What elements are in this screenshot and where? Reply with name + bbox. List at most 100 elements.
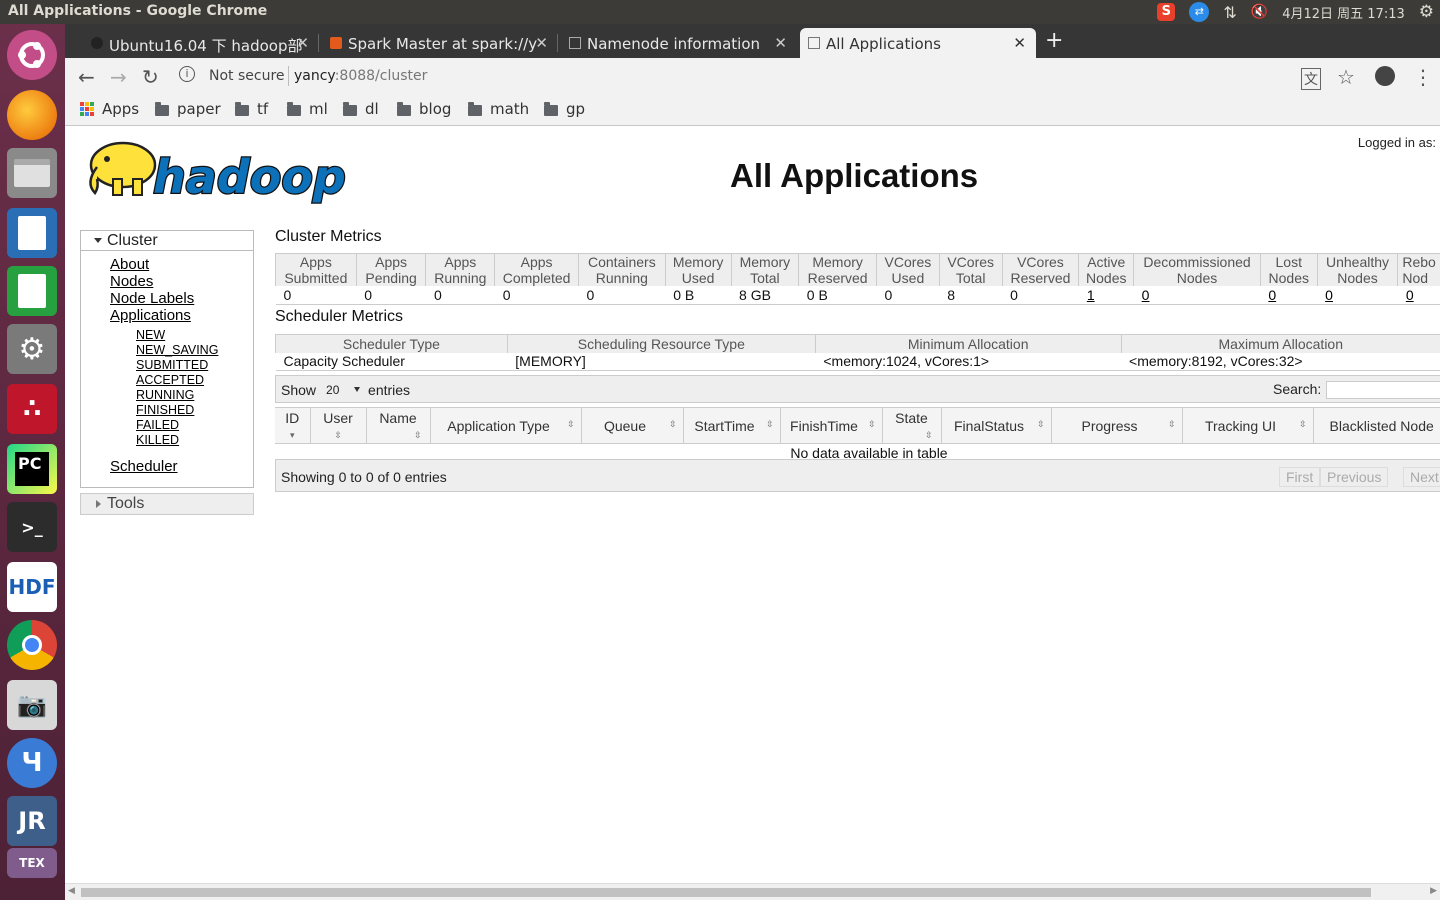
column-starttime[interactable]: StartTime ⇳ (683, 407, 781, 444)
lost-nodes-link[interactable]: 0 (1268, 287, 1276, 303)
cluster-nav-header[interactable]: Cluster (81, 231, 253, 251)
tab-namenode[interactable]: Namenode information ✕ (561, 28, 797, 58)
profile-icon[interactable] (1375, 66, 1395, 86)
column-tracking-ui[interactable]: Tracking UI ⇳ (1182, 407, 1314, 444)
pager-first[interactable]: First (1279, 467, 1321, 487)
scheduler-value: <memory:8192, vCores:32> (1121, 352, 1440, 371)
address-bar[interactable]: i Not secure yancy:8088/cluster (171, 62, 1357, 92)
nav-link-scheduler[interactable]: Scheduler (110, 458, 178, 475)
search-input[interactable] (1326, 381, 1440, 399)
page-size-select[interactable]: 20 (322, 381, 362, 399)
column-progress[interactable]: Progress ⇳ (1051, 407, 1183, 444)
sort-icon: ⇳ (566, 419, 575, 429)
horizontal-scrollbar[interactable]: ◀ ▶ (65, 883, 1440, 900)
bookmark-folder-paper[interactable]: paper (155, 100, 221, 118)
back-arrow-icon[interactable]: ← (78, 65, 95, 89)
active-nodes-link[interactable]: 1 (1087, 287, 1095, 303)
bookmark-star-icon[interactable]: ☆ (1337, 65, 1355, 89)
window-title: All Applications - Google Chrome (8, 3, 268, 19)
sogou-input-icon[interactable]: S (1157, 3, 1176, 21)
column-blacklisted-nodes[interactable]: Blacklisted Node (1313, 407, 1440, 444)
calc-icon[interactable] (7, 266, 57, 316)
bookmark-folder-gp[interactable]: gp (544, 100, 585, 118)
column-queue[interactable]: Queue ⇳ (581, 407, 684, 444)
scheduler-header: Scheduling Resource Type (506, 334, 816, 353)
nav-link-state-submitted[interactable]: SUBMITTED (136, 358, 208, 372)
nav-link-node-labels[interactable]: Node Labels (110, 290, 194, 307)
mendeley-icon[interactable]: ∴ (7, 384, 57, 434)
nav-link-state-accepted[interactable]: ACCEPTED (136, 373, 204, 387)
tab-close-icon[interactable]: ✕ (774, 34, 787, 52)
files-icon[interactable] (7, 148, 57, 198)
writer-icon[interactable] (7, 208, 57, 258)
scroll-right-arrow-icon[interactable]: ▶ (1430, 886, 1437, 896)
cluster-metrics-table: Apps Submitted Apps Pending Apps Running Ap… (275, 253, 1440, 305)
column-application-type[interactable]: Application Type ⇳ (430, 407, 582, 444)
info-icon[interactable]: i (179, 66, 195, 82)
menu-kebab-icon[interactable]: ⋮ (1413, 65, 1433, 89)
firefox-icon[interactable] (7, 90, 57, 140)
teamviewer-icon[interactable]: ⇄ (1189, 2, 1210, 22)
tools-nav-header[interactable]: Tools (80, 493, 254, 515)
rebooted-nodes-link[interactable]: 0 (1406, 287, 1414, 303)
bookmark-folder-ml[interactable]: ml (287, 100, 328, 118)
reload-icon[interactable]: ↻ (142, 65, 159, 89)
bookmark-folder-blog[interactable]: blog (397, 100, 451, 118)
pager-previous[interactable]: Previous (1320, 467, 1389, 487)
system-settings-icon[interactable]: ⚙ (7, 324, 57, 374)
metric-header: Active Nodes (1078, 253, 1134, 286)
nav-link-applications[interactable]: Applications (110, 307, 191, 324)
pager-next[interactable]: Next (1403, 467, 1440, 487)
nav-link-state-new[interactable]: NEW (136, 328, 165, 342)
nav-link-state-running[interactable]: RUNNING (136, 388, 194, 402)
tab-all-applications[interactable]: All Applications ✕ (800, 28, 1036, 58)
nav-link-state-failed[interactable]: FAILED (136, 418, 179, 432)
scroll-left-arrow-icon[interactable]: ◀ (68, 886, 75, 896)
nav-link-about[interactable]: About (110, 256, 149, 273)
ubuntu-dash-icon[interactable] (7, 30, 57, 80)
tab-close-icon[interactable]: ✕ (535, 34, 548, 52)
tab-ubuntu-hadoop[interactable]: Ubuntu16.04 下 hadoop部 ✕ (83, 28, 319, 58)
column-user[interactable]: User ⇳ (310, 407, 367, 444)
security-label[interactable]: Not secure (209, 68, 285, 84)
scrollbar-thumb[interactable] (81, 888, 1371, 897)
metric-header: Memory Reserved (798, 253, 877, 286)
network-icon[interactable]: ⇅ (1223, 3, 1236, 22)
chrome-icon[interactable] (7, 620, 57, 670)
camera-icon[interactable]: 📷 (7, 680, 57, 730)
decommissioned-nodes-link[interactable]: 0 (1142, 287, 1150, 303)
bookmark-folder-math[interactable]: math (468, 100, 529, 118)
tab-close-icon[interactable]: ✕ (296, 34, 309, 52)
volume-muted-icon[interactable]: 🔇 (1251, 4, 1268, 20)
jabref-icon[interactable]: JR (7, 796, 57, 846)
datatable-footer: Showing 0 to 0 of 0 entries First Previo… (275, 459, 1440, 492)
translate-icon[interactable]: 文 (1301, 68, 1321, 90)
nav-link-state-finished[interactable]: FINISHED (136, 403, 194, 417)
terminal-icon[interactable]: >_ (7, 502, 57, 552)
column-name[interactable]: Name ⇳ (366, 407, 431, 444)
column-finishtime[interactable]: FinishTime ⇳ (780, 407, 883, 444)
new-tab-button[interactable]: + (1045, 28, 1063, 53)
texmaker-icon[interactable]: TEX (7, 848, 57, 878)
settings-gear-icon[interactable]: ⚙ (1419, 2, 1434, 22)
hdf-icon[interactable]: HDF (7, 562, 57, 612)
nav-link-state-new-saving[interactable]: NEW_SAVING (136, 343, 218, 357)
spark-favicon-icon (330, 37, 342, 49)
pycharm-icon[interactable]: PC (7, 444, 57, 494)
tab-close-icon[interactable]: ✕ (1013, 34, 1026, 52)
column-id[interactable]: ID ▾ (275, 407, 311, 444)
unhealthy-nodes-link[interactable]: 0 (1325, 287, 1333, 303)
column-finalstatus[interactable]: FinalStatus ⇳ (941, 407, 1052, 444)
bookmark-folder-tf[interactable]: tf (235, 100, 268, 118)
column-state[interactable]: State ⇳ (882, 407, 942, 444)
clock[interactable]: 4月12日 周五 17:13 (1282, 3, 1405, 22)
mathpix-icon[interactable]: Ч (7, 738, 57, 788)
bookmark-apps[interactable]: Apps (80, 100, 139, 118)
scheduler-header: Minimum Allocation (814, 334, 1122, 353)
url-text[interactable]: yancy:8088/cluster (294, 68, 427, 84)
nav-link-nodes[interactable]: Nodes (110, 273, 153, 290)
bookmark-folder-dl[interactable]: dl (343, 100, 379, 118)
tab-spark-master[interactable]: Spark Master at spark://y ✕ (322, 28, 558, 58)
forward-arrow-icon[interactable]: → (110, 65, 127, 89)
nav-link-state-killed[interactable]: KILLED (136, 433, 179, 447)
